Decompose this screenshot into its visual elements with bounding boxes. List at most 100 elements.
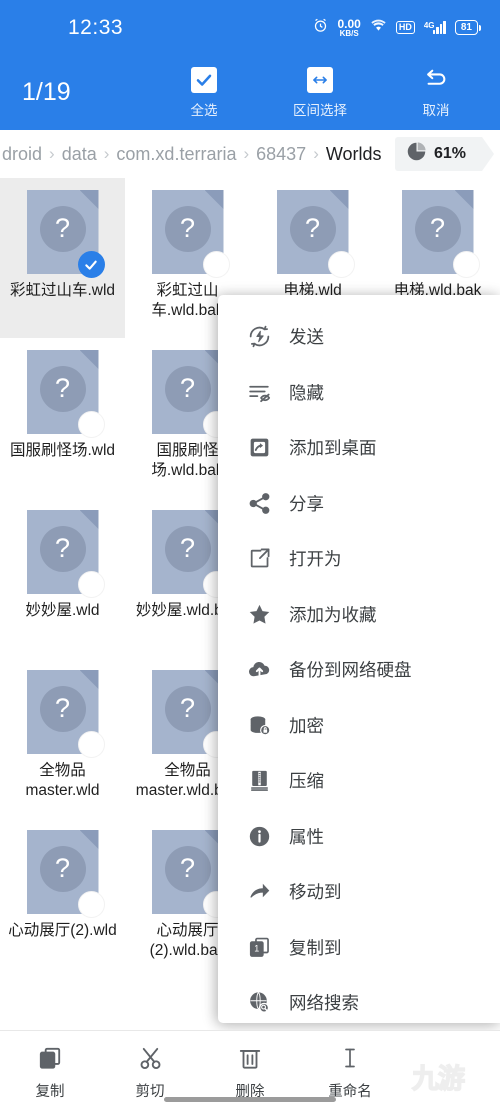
menu-item-hide-eye[interactable]: 隐藏	[218, 365, 500, 421]
star-icon	[246, 601, 272, 627]
network-speed-value: 0.00	[337, 16, 361, 31]
copy-icon: 1	[246, 934, 272, 960]
file-type-question-glyph: ?	[289, 205, 336, 252]
signal-bars-icon: 4G	[424, 21, 446, 34]
storage-usage-badge[interactable]: 61%	[394, 137, 495, 171]
selection-circle-icon[interactable]	[77, 891, 105, 918]
menu-item-info[interactable]: 属性	[218, 809, 500, 865]
menu-item-database-lock[interactable]: 加密	[218, 698, 500, 754]
open-with-icon	[246, 546, 272, 572]
cut-button[interactable]: 剪切	[100, 1043, 200, 1101]
unknown-file-icon: ?	[276, 190, 355, 278]
selection-actions: 全选 区间选择 取消	[71, 66, 482, 119]
file-type-question-glyph: ?	[39, 845, 86, 892]
file-item[interactable]: ? 彩虹过山车.wld	[0, 178, 125, 338]
file-item[interactable]: ? 妙妙屋.wld	[0, 498, 125, 658]
breadcrumb-separator: ›	[49, 144, 55, 163]
breadcrumb-separator: ›	[103, 144, 110, 163]
file-type-question-glyph: ?	[164, 365, 211, 412]
selection-circle-icon[interactable]	[77, 571, 105, 598]
scissors-icon	[137, 1043, 164, 1073]
selection-circle-icon[interactable]	[202, 251, 230, 278]
breadcrumb-item-3[interactable]: 68437	[256, 144, 306, 165]
gesture-home-bar[interactable]	[164, 1097, 336, 1102]
menu-item-cloud-upload[interactable]: 备份到网络硬盘	[218, 642, 500, 698]
breadcrumb-separator: ›	[313, 144, 319, 163]
hide-eye-icon	[246, 379, 272, 405]
menu-item-open-with[interactable]: 打开为	[218, 531, 500, 587]
battery-indicator: 81	[454, 20, 478, 35]
menu-item-label: 打开为	[289, 549, 342, 570]
menu-item-share[interactable]: 分享	[218, 476, 500, 532]
rename-button[interactable]: 重命名	[300, 1043, 400, 1101]
file-type-question-glyph: ?	[39, 525, 86, 572]
menu-item-send-fast[interactable]: 发送	[218, 309, 500, 365]
menu-item-web-search[interactable]: 网络搜索	[218, 975, 500, 1023]
selection-circle-icon[interactable]	[77, 731, 105, 758]
select-all-label: 全选	[190, 102, 218, 118]
menu-item-compress-zip[interactable]: 压缩	[218, 753, 500, 809]
delete-button[interactable]: 删除	[200, 1043, 300, 1101]
file-name: 全物品master.wld	[25, 762, 100, 799]
trash-icon	[237, 1043, 263, 1073]
breadcrumb-item-0[interactable]: droid	[2, 144, 42, 165]
selection-count: 1/19	[22, 78, 71, 106]
menu-item-label: 网络搜索	[289, 993, 359, 1014]
compress-zip-icon	[246, 768, 272, 794]
svg-text:1: 1	[254, 943, 259, 953]
cancel-label: 取消	[422, 102, 450, 118]
menu-item-copy[interactable]: 1 复制到	[218, 920, 500, 976]
copy-button[interactable]: 1 复制	[0, 1043, 100, 1101]
menu-item-label: 添加为收藏	[289, 604, 377, 625]
menu-item-label: 属性	[289, 826, 324, 847]
checkmark-icon[interactable]	[77, 251, 105, 278]
selection-circle-icon[interactable]	[77, 411, 105, 438]
copy-icon: 1	[37, 1043, 63, 1073]
menu-item-label: 隐藏	[289, 382, 324, 403]
breadcrumb-item-4[interactable]: Worlds	[326, 144, 382, 165]
range-select-label: 区间选择	[293, 102, 347, 118]
file-item[interactable]: ? 国服刷怪场.wld	[0, 338, 125, 498]
breadcrumb: droid › data › com.xd.terraria › 68437 ›…	[0, 130, 500, 178]
breadcrumb-item-2[interactable]: com.xd.terraria	[116, 144, 236, 165]
share-icon	[246, 490, 272, 516]
file-type-question-glyph: ?	[164, 845, 211, 892]
database-lock-icon	[246, 712, 272, 738]
file-item[interactable]: ? 全物品master.wld	[0, 658, 125, 818]
cancel-button[interactable]: 取消	[400, 67, 472, 119]
info-icon	[246, 823, 272, 849]
undo-icon	[423, 67, 449, 93]
unknown-file-icon: ?	[26, 190, 105, 278]
breadcrumb-item-1[interactable]: data	[62, 144, 97, 165]
menu-item-label: 加密	[289, 715, 324, 736]
file-name: 心动展厅(2).wld	[8, 922, 117, 939]
menu-item-star[interactable]: 添加为收藏	[218, 587, 500, 643]
menu-item-label: 移动到	[289, 882, 342, 903]
menu-item-move-arrow[interactable]: 移动到	[218, 864, 500, 920]
network-speed-unit: KB/S	[339, 28, 359, 38]
storage-percent: 61%	[433, 145, 466, 162]
status-bar: 12:33 0.00 KB/S HD 4G 81	[0, 0, 500, 55]
hd-icon: HD	[395, 21, 415, 34]
status-bar-clock: 12:33	[68, 15, 124, 39]
unknown-file-icon: ?	[26, 670, 105, 758]
selection-circle-icon[interactable]	[327, 251, 355, 278]
file-type-question-glyph: ?	[164, 685, 211, 732]
breadcrumb-items: droid › data › com.xd.terraria › 68437 ›…	[0, 144, 395, 165]
unknown-file-icon: ?	[401, 190, 480, 278]
cloud-upload-icon	[246, 657, 272, 683]
send-fast-icon	[246, 324, 272, 350]
context-menu: 发送隐藏添加到桌面 分享打开为添加为收藏备份到网络硬盘加密压缩属性移动到 1 复制到网…	[218, 295, 500, 1023]
file-item[interactable]: ? 心动展厅(2).wld	[0, 818, 125, 978]
file-type-question-glyph: ?	[414, 205, 461, 252]
alarm-icon	[313, 18, 328, 38]
text-cursor-icon	[338, 1043, 362, 1073]
menu-item-label: 复制到	[289, 937, 342, 958]
menu-item-add-to-desktop[interactable]: 添加到桌面	[218, 420, 500, 476]
range-select-button[interactable]: 区间选择	[284, 66, 356, 119]
select-all-button[interactable]: 全选	[168, 66, 240, 119]
file-manager-screen: 12:33 0.00 KB/S HD 4G 81 1/19 全选 区间选择 取消…	[0, 0, 500, 1111]
selection-circle-icon[interactable]	[452, 251, 480, 278]
file-name: 国服刷怪场.wld	[9, 442, 116, 459]
unknown-file-icon: ?	[151, 510, 230, 598]
